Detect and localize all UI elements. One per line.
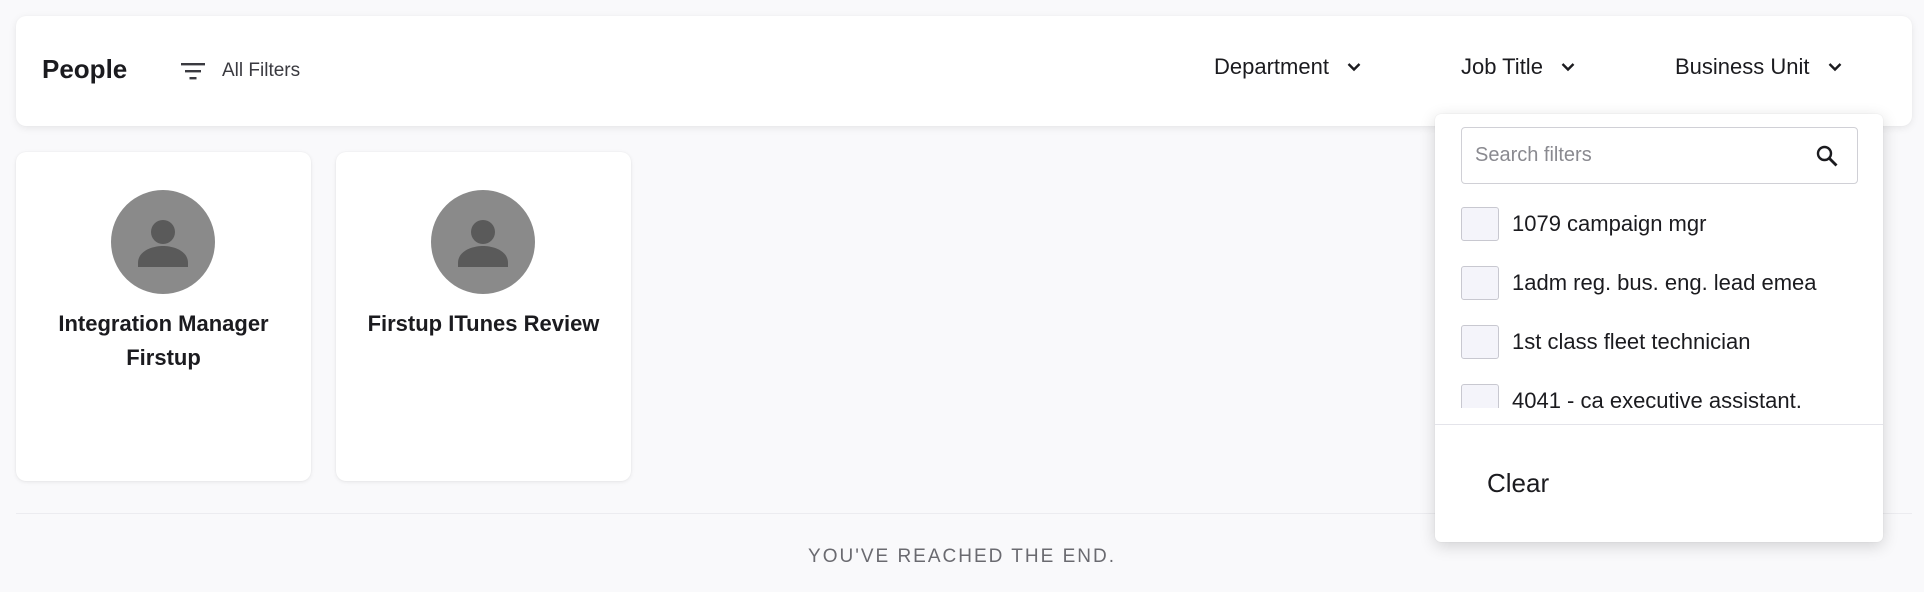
all-filters-label: All Filters — [222, 60, 301, 81]
person-icon — [138, 220, 188, 267]
chevron-down-icon — [1826, 58, 1844, 76]
business-unit-filter-dropdown[interactable]: Business Unit — [1675, 50, 1844, 84]
all-filters-button[interactable]: All Filters — [180, 56, 300, 86]
person-icon — [458, 220, 508, 267]
filter-bar: People All Filters Department Job Title … — [16, 16, 1912, 126]
department-filter-label: Department — [1214, 54, 1329, 79]
search-icon[interactable] — [1807, 144, 1847, 168]
panel-divider — [1435, 424, 1883, 425]
end-of-list-message: YOU'VE REACHED THE END. — [808, 546, 1116, 567]
avatar — [111, 190, 215, 294]
filter-lines-icon — [180, 58, 206, 84]
business-unit-filter-label: Business Unit — [1675, 54, 1810, 79]
chevron-down-icon — [1345, 58, 1363, 76]
page-title: People — [42, 54, 128, 84]
filter-option[interactable]: 1adm reg. bus. eng. lead emea — [1461, 263, 1817, 303]
filter-option-label: 1adm reg. bus. eng. lead emea — [1512, 270, 1817, 295]
clear-button[interactable]: Clear — [1487, 468, 1549, 499]
filter-options-list[interactable]: 1079 campaign mgr 1adm reg. bus. eng. le… — [1435, 204, 1883, 408]
search-filters-box — [1461, 127, 1858, 184]
filter-option-label: 1079 campaign mgr — [1512, 211, 1707, 236]
filter-option-label: 4041 - ca executive assistant, — [1512, 388, 1802, 408]
person-card[interactable]: Integration Manager Firstup — [16, 152, 311, 481]
person-name: Integration Manager Firstup — [58, 311, 269, 370]
person-name: Firstup ITunes Review — [367, 311, 600, 336]
filter-option-checkbox[interactable] — [1461, 266, 1499, 300]
avatar — [431, 190, 535, 294]
filter-option[interactable]: 4041 - ca executive assistant, — [1461, 381, 1802, 408]
filter-option[interactable]: 1st class fleet technician — [1461, 322, 1750, 362]
filter-option-checkbox[interactable] — [1461, 384, 1499, 408]
job-title-filter-dropdown[interactable]: Job Title — [1461, 50, 1577, 84]
filter-option[interactable]: 1079 campaign mgr — [1461, 204, 1706, 244]
search-filters-input[interactable] — [1462, 128, 1807, 183]
job-title-filter-panel: 1079 campaign mgr 1adm reg. bus. eng. le… — [1435, 114, 1883, 542]
chevron-down-icon — [1559, 58, 1577, 76]
filter-option-checkbox[interactable] — [1461, 325, 1499, 359]
filter-option-label: 1st class fleet technician — [1512, 329, 1751, 354]
filter-option-checkbox[interactable] — [1461, 207, 1499, 241]
job-title-filter-label: Job Title — [1461, 54, 1543, 79]
department-filter-dropdown[interactable]: Department — [1214, 50, 1363, 84]
person-card[interactable]: Firstup ITunes Review — [336, 152, 631, 481]
